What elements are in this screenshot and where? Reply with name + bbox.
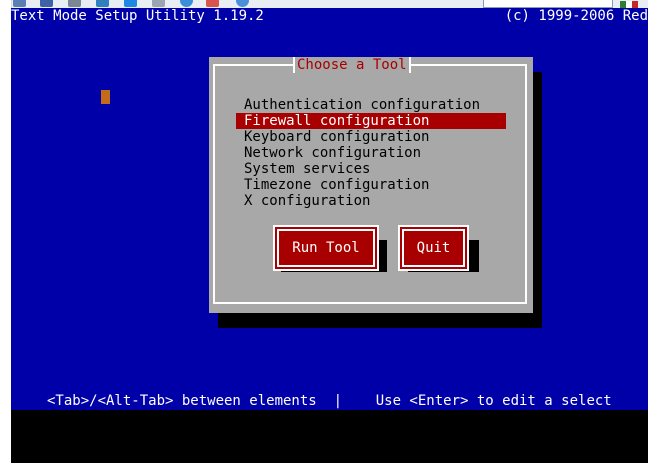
tool-list[interactable]: Authentication configuration Firewall co…	[236, 97, 506, 209]
list-item-authentication[interactable]: Authentication configuration	[236, 97, 506, 113]
windows-icon[interactable]	[124, 0, 137, 7]
settings-icon[interactable]	[68, 0, 81, 7]
list-item-network[interactable]: Network configuration	[236, 145, 506, 161]
choose-tool-dialog: Choose a Tool Authentication configurati…	[209, 57, 533, 313]
list-item-system-services[interactable]: System services	[236, 161, 506, 177]
dialog-title: Choose a Tool	[293, 57, 411, 73]
list-item-firewall[interactable]: Firewall configuration	[236, 113, 506, 129]
help-hint: <Tab>/<Alt-Tab> between elements | Use <…	[47, 393, 612, 409]
close-icon[interactable]	[206, 0, 219, 7]
text-cursor	[101, 90, 110, 104]
terminal-bottom-area	[11, 410, 648, 463]
quit-button[interactable]: Quit	[398, 225, 469, 271]
window-icon[interactable]	[152, 0, 165, 7]
flag-icon	[620, 0, 640, 8]
copyright-text: (c) 1999-2006 Red	[504, 8, 648, 24]
save-icon[interactable]	[40, 0, 53, 7]
list-item-x-configuration[interactable]: X configuration	[236, 193, 506, 209]
app-title: Text Mode Setup Utility 1.19.2	[11, 8, 264, 24]
host-toolbar	[0, 0, 648, 8]
list-item-timezone[interactable]: Timezone configuration	[236, 177, 506, 193]
refresh-icon[interactable]	[96, 0, 109, 7]
globe-icon[interactable]	[236, 0, 249, 7]
address-field[interactable]	[483, 0, 613, 8]
run-tool-button[interactable]: Run Tool	[273, 225, 379, 271]
globe-icon[interactable]	[180, 0, 193, 7]
list-item-keyboard[interactable]: Keyboard configuration	[236, 129, 506, 145]
monitor-icon[interactable]	[13, 0, 26, 7]
terminal-screen[interactable]: Text Mode Setup Utility 1.19.2 (c) 1999-…	[11, 8, 648, 463]
